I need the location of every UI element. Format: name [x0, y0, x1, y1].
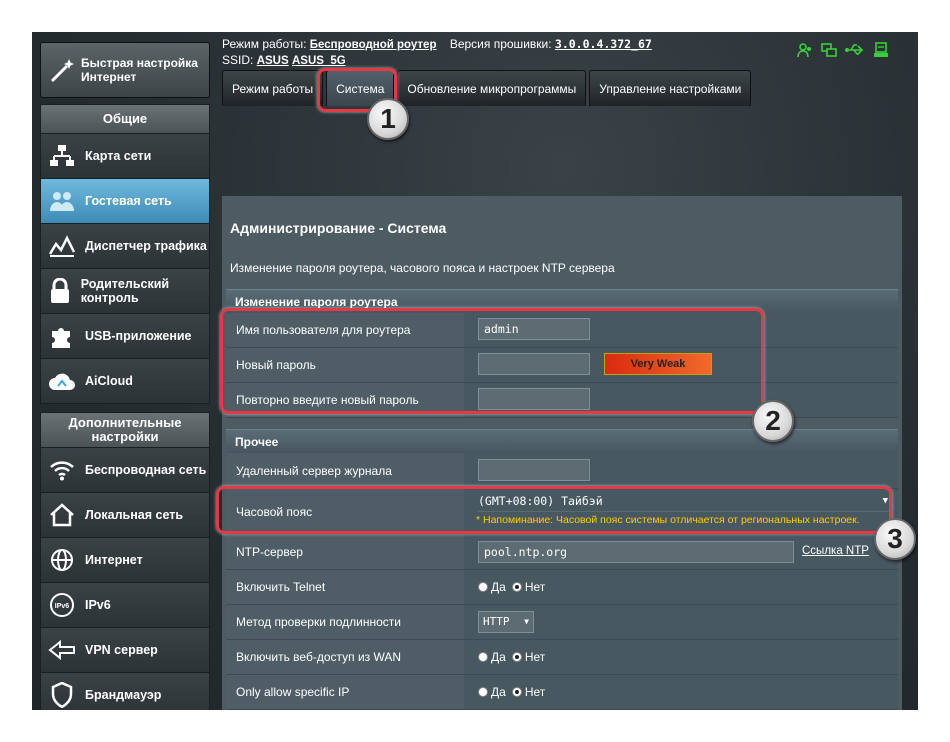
guest-network-icon — [47, 186, 77, 216]
network-icon[interactable] — [821, 42, 837, 63]
ssid-label: SSID: — [222, 53, 254, 67]
misc-section-header: Прочее — [226, 429, 898, 453]
ntp-input[interactable]: pool.ntp.org — [478, 541, 794, 563]
callout-box-2 — [220, 308, 764, 414]
svg-text:IPv6: IPv6 — [55, 603, 70, 610]
network-map-icon — [47, 141, 77, 171]
sidebar-item-lan[interactable]: Локальная сеть — [40, 493, 210, 538]
traffic-manager-icon — [47, 231, 77, 261]
tab-settings-management[interactable]: Управление настройками — [589, 70, 752, 106]
telnet-row: Включить Telnet Да Нет — [226, 570, 898, 605]
chevron-down-icon: ▼ — [524, 617, 529, 626]
firmware-link[interactable]: 3.0.0.4.372_67 — [555, 37, 652, 51]
sidebar-item-wireless[interactable]: Беспроводная сеть — [40, 448, 210, 493]
sidebar-item-network-map[interactable]: Карта сети — [40, 134, 210, 179]
page-title: Администрирование - Система — [230, 220, 447, 236]
sidebar: Быстрая настройка Интернет Общие Карта с… — [40, 32, 210, 710]
firmware-label: Версия прошивки: — [449, 37, 552, 51]
general-header: Общие — [40, 104, 210, 134]
specific-ip-no-radio[interactable] — [511, 687, 522, 697]
auth-method-row: Метод проверки подлинности HTTP ▼ — [226, 605, 898, 640]
wan-yes-radio[interactable] — [478, 652, 488, 662]
callout-box-3 — [216, 486, 892, 534]
home-icon — [47, 500, 77, 530]
printer-icon[interactable] — [873, 42, 889, 63]
tab-bar: Режим работы Система Обновление микропро… — [222, 70, 752, 106]
cloud-icon — [47, 366, 77, 396]
vpn-icon — [47, 635, 77, 665]
lock-icon — [47, 276, 73, 306]
main-panel: Администрирование - Система Изменение па… — [222, 196, 902, 710]
sidebar-item-ipv6[interactable]: IPv6 IPv6 — [40, 583, 210, 628]
callout-badge-3: 3 — [874, 518, 916, 560]
sidebar-item-aicloud[interactable]: AiCloud — [40, 359, 210, 404]
status-icons — [797, 42, 889, 63]
telnet-label: Включить Telnet — [226, 570, 464, 604]
log-server-input[interactable] — [478, 459, 590, 481]
auth-method-select[interactable]: HTTP ▼ — [478, 611, 534, 633]
quick-setup-label: Быстрая настройка Интернет — [81, 56, 198, 84]
page-description: Изменение пароля роутера, часового пояса… — [230, 261, 615, 275]
mode-label: Режим работы: — [222, 37, 307, 51]
tab-firmware-upgrade[interactable]: Обновление микропрограммы — [397, 70, 587, 106]
specific-ip-row: Only allow specific IP Да Нет — [226, 675, 898, 710]
sidebar-item-traffic-manager[interactable]: Диспетчер трафика — [40, 224, 210, 269]
callout-badge-2: 2 — [752, 400, 794, 442]
specific-ip-label: Only allow specific IP — [226, 675, 464, 709]
callout-badge-1: 1 — [367, 98, 409, 140]
tab-operation-mode[interactable]: Режим работы — [222, 70, 324, 106]
magic-wand-icon — [47, 51, 77, 89]
shield-icon — [47, 680, 77, 710]
specific-ip-yes-radio[interactable] — [478, 687, 488, 697]
wan-access-label: Включить веб-доступ из WAN — [226, 640, 464, 674]
advanced-header: Дополнительные настройки — [40, 412, 210, 448]
wan-no-radio[interactable] — [511, 652, 522, 662]
sidebar-item-usb-app[interactable]: USB-приложение — [40, 314, 210, 359]
ssid-link-1[interactable]: ASUS — [257, 55, 289, 67]
globe-icon — [47, 545, 77, 575]
auth-method-label: Метод проверки подлинности — [226, 605, 464, 639]
log-server-label: Удаленный сервер журнала — [226, 453, 464, 488]
ntp-row: NTP-сервер pool.ntp.org Ссылка NTP — [226, 535, 898, 570]
puzzle-icon — [47, 321, 77, 351]
quick-setup-button[interactable]: Быстрая настройка Интернет — [40, 42, 210, 98]
ipv6-icon: IPv6 — [47, 590, 77, 620]
mode-link[interactable]: Беспроводной роутер — [310, 39, 437, 51]
sidebar-item-parental-control[interactable]: Родительский контроль — [40, 269, 210, 314]
ntp-link[interactable]: Ссылка NTP — [802, 545, 869, 557]
telnet-no-radio[interactable] — [511, 582, 522, 592]
log-server-row: Удаленный сервер журнала — [226, 453, 898, 489]
sidebar-item-firewall[interactable]: Брандмауэр — [40, 673, 210, 710]
router-admin-window: Быстрая настройка Интернет Общие Карта с… — [32, 32, 918, 710]
wifi-icon — [47, 455, 77, 485]
wan-access-row: Включить веб-доступ из WAN Да Нет — [226, 640, 898, 675]
ssid-link-2[interactable]: ASUS_5G — [292, 55, 346, 67]
usb-icon[interactable] — [845, 42, 865, 63]
sidebar-item-vpn-server[interactable]: VPN сервер — [40, 628, 210, 673]
users-icon[interactable] — [797, 42, 813, 63]
sidebar-item-internet[interactable]: Интернет — [40, 538, 210, 583]
telnet-yes-radio[interactable] — [478, 582, 488, 592]
sidebar-item-guest-network[interactable]: Гостевая сеть — [40, 179, 210, 224]
ntp-label: NTP-сервер — [226, 535, 464, 569]
